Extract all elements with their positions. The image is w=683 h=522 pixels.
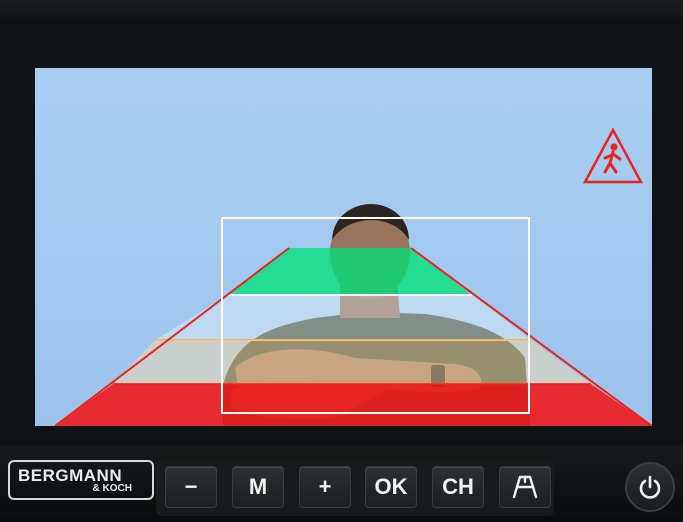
ok-button[interactable]: OK: [365, 466, 417, 508]
brand-line2: & KOCH: [92, 483, 132, 494]
person-detection-box: [221, 217, 530, 414]
power-icon: [639, 475, 661, 499]
brand-logo: BERGMANN & KOCH: [8, 460, 154, 500]
channel-button[interactable]: CH: [432, 466, 484, 508]
mode-button[interactable]: M: [232, 466, 284, 508]
minus-button[interactable]: −: [165, 466, 217, 508]
parking-guide-icon: [512, 475, 538, 499]
camera-screen: [35, 68, 652, 426]
plus-button[interactable]: +: [299, 466, 351, 508]
parking-guide-button[interactable]: [499, 466, 551, 508]
power-button[interactable]: [625, 462, 675, 512]
dashboard-monitor: BERGMANN & KOCH − M + OK CH: [0, 0, 683, 522]
top-bezel: [0, 0, 683, 26]
pedestrian-warning-icon: [582, 127, 644, 184]
